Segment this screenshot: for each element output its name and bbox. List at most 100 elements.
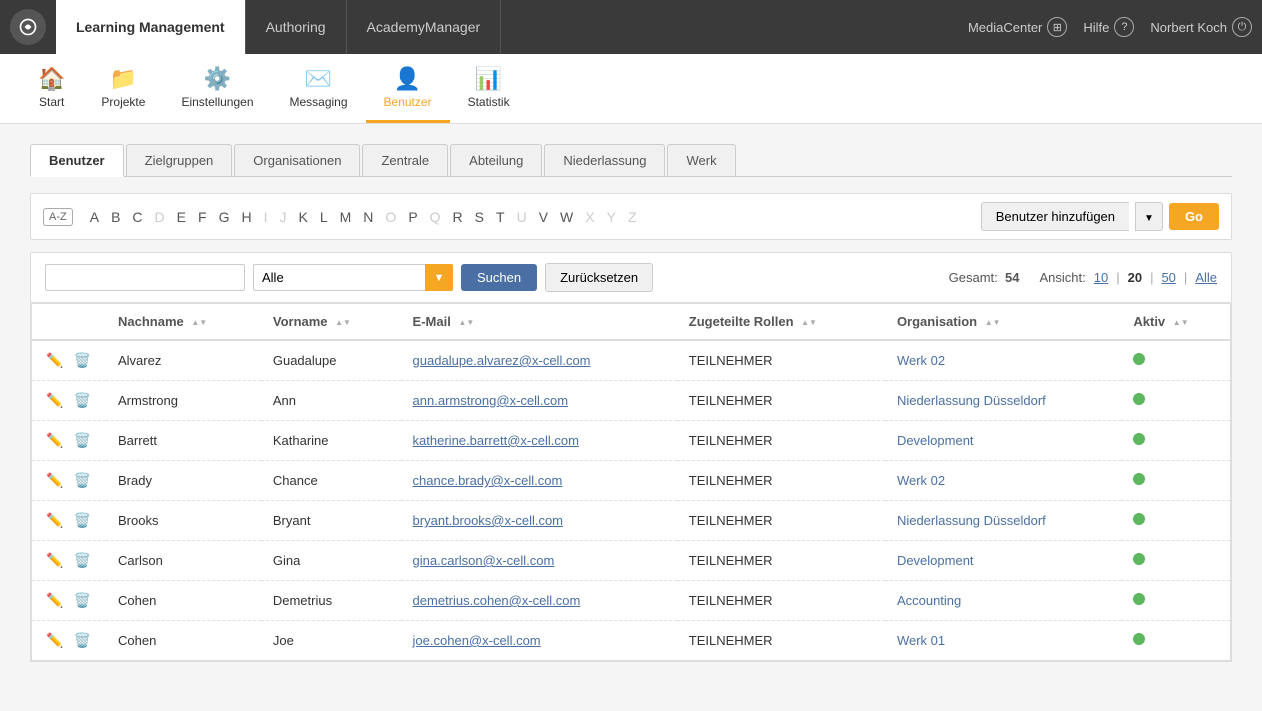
row-actions: ✏️ 🗑️ bbox=[32, 421, 107, 461]
delete-button[interactable]: 🗑️ bbox=[71, 350, 92, 371]
filter-select[interactable]: Alle Aktiv Inaktiv bbox=[253, 264, 453, 291]
page-50[interactable]: 50 bbox=[1161, 270, 1175, 285]
section-tab-zentrale[interactable]: Zentrale bbox=[362, 144, 448, 176]
add-user-dropdown-button[interactable]: ▼ bbox=[1135, 202, 1163, 231]
cell-organisation[interactable]: Development bbox=[885, 421, 1121, 461]
page-10[interactable]: 10 bbox=[1094, 270, 1108, 285]
edit-button[interactable]: ✏️ bbox=[44, 590, 65, 611]
edit-button[interactable]: ✏️ bbox=[44, 470, 65, 491]
delete-button[interactable]: 🗑️ bbox=[71, 510, 92, 531]
col-nachname[interactable]: Nachname ▲▼ bbox=[106, 304, 261, 341]
cell-organisation[interactable]: Werk 02 bbox=[885, 461, 1121, 501]
edit-button[interactable]: ✏️ bbox=[44, 390, 65, 411]
cell-email[interactable]: chance.brady@x-cell.com bbox=[401, 461, 677, 501]
az-badge[interactable]: A-Z bbox=[43, 208, 73, 226]
col-vorname[interactable]: Vorname ▲▼ bbox=[261, 304, 401, 341]
cell-organisation[interactable]: Development bbox=[885, 541, 1121, 581]
cell-email[interactable]: ann.armstrong@x-cell.com bbox=[401, 381, 677, 421]
search-input[interactable] bbox=[45, 264, 245, 291]
alpha-letter-V[interactable]: V bbox=[534, 207, 553, 227]
cell-email[interactable]: katherine.barrett@x-cell.com bbox=[401, 421, 677, 461]
page-all[interactable]: Alle bbox=[1195, 270, 1217, 285]
alpha-letter-S[interactable]: S bbox=[470, 207, 489, 227]
section-tab-zielgruppen[interactable]: Zielgruppen bbox=[126, 144, 233, 176]
mediacenter-nav[interactable]: MediaCenter ⊞ bbox=[968, 17, 1067, 37]
delete-button[interactable]: 🗑️ bbox=[71, 630, 92, 651]
alpha-letter-B[interactable]: B bbox=[106, 207, 125, 227]
col-organisation[interactable]: Organisation ▲▼ bbox=[885, 304, 1121, 341]
col-rollen[interactable]: Zugeteilte Rollen ▲▼ bbox=[677, 304, 885, 341]
alpha-letter-M[interactable]: M bbox=[335, 207, 357, 227]
alpha-letter-R[interactable]: R bbox=[448, 207, 468, 227]
go-button[interactable]: Go bbox=[1169, 203, 1219, 230]
toolbar-statistik[interactable]: 📊 Statistik bbox=[450, 54, 528, 123]
row-actions: ✏️ 🗑️ bbox=[32, 461, 107, 501]
select-arrow-icon[interactable]: ▼ bbox=[425, 264, 453, 291]
alpha-letter-G[interactable]: G bbox=[214, 207, 235, 227]
page-20[interactable]: 20 bbox=[1128, 270, 1142, 285]
alpha-letter-N[interactable]: N bbox=[358, 207, 378, 227]
table-row: ✏️ 🗑️ Brooks Bryant bryant.brooks@x-cell… bbox=[32, 501, 1231, 541]
alpha-letter-A[interactable]: A bbox=[85, 207, 104, 227]
alpha-letter-C[interactable]: C bbox=[127, 207, 147, 227]
cell-email[interactable]: demetrius.cohen@x-cell.com bbox=[401, 581, 677, 621]
cell-organisation[interactable]: Werk 02 bbox=[885, 340, 1121, 381]
cell-email[interactable]: guadalupe.alvarez@x-cell.com bbox=[401, 340, 677, 381]
delete-button[interactable]: 🗑️ bbox=[71, 550, 92, 571]
section-tab-abteilung[interactable]: Abteilung bbox=[450, 144, 542, 176]
alpha-letter-W[interactable]: W bbox=[555, 207, 578, 227]
user-nav[interactable]: Norbert Koch ⏻ bbox=[1150, 17, 1252, 37]
alpha-letter-K[interactable]: K bbox=[293, 207, 312, 227]
section-tab-organisationen[interactable]: Organisationen bbox=[234, 144, 360, 176]
delete-button[interactable]: 🗑️ bbox=[71, 390, 92, 411]
nav-tab-academy[interactable]: AcademyManager bbox=[347, 0, 502, 54]
toolbar-start[interactable]: 🏠 Start bbox=[20, 54, 83, 123]
section-tab-benutzer[interactable]: Benutzer bbox=[30, 144, 124, 177]
add-user-button[interactable]: Benutzer hinzufügen bbox=[981, 202, 1129, 231]
reset-button[interactable]: Zurücksetzen bbox=[545, 263, 653, 292]
cell-organisation[interactable]: Werk 01 bbox=[885, 621, 1121, 661]
toolbar-messaging-label: Messaging bbox=[290, 95, 348, 109]
cell-email[interactable]: joe.cohen@x-cell.com bbox=[401, 621, 677, 661]
cell-email[interactable]: bryant.brooks@x-cell.com bbox=[401, 501, 677, 541]
table-row: ✏️ 🗑️ Brady Chance chance.brady@x-cell.c… bbox=[32, 461, 1231, 501]
delete-button[interactable]: 🗑️ bbox=[71, 470, 92, 491]
toolbar-einstellungen[interactable]: ⚙️ Einstellungen bbox=[163, 54, 271, 123]
alpha-letter-L[interactable]: L bbox=[315, 207, 333, 227]
cell-organisation[interactable]: Niederlassung Düsseldorf bbox=[885, 501, 1121, 541]
alpha-letter-E[interactable]: E bbox=[172, 207, 191, 227]
alpha-letter-T[interactable]: T bbox=[491, 207, 510, 227]
cell-rollen: TEILNEHMER bbox=[677, 541, 885, 581]
nav-tab-learning[interactable]: Learning Management bbox=[56, 0, 246, 54]
section-tab-niederlassung[interactable]: Niederlassung bbox=[544, 144, 665, 176]
alpha-letter-P[interactable]: P bbox=[403, 207, 422, 227]
delete-button[interactable]: 🗑️ bbox=[71, 430, 92, 451]
delete-button[interactable]: 🗑️ bbox=[71, 590, 92, 611]
search-button[interactable]: Suchen bbox=[461, 264, 537, 291]
cell-nachname: Brooks bbox=[106, 501, 261, 541]
col-email[interactable]: E-Mail ▲▼ bbox=[401, 304, 677, 341]
nav-tab-authoring[interactable]: Authoring bbox=[246, 0, 347, 54]
cell-email[interactable]: gina.carlson@x-cell.com bbox=[401, 541, 677, 581]
toolbar-benutzer[interactable]: 👤 Benutzer bbox=[366, 54, 450, 123]
mediacenter-icon: ⊞ bbox=[1047, 17, 1067, 37]
edit-button[interactable]: ✏️ bbox=[44, 510, 65, 531]
toolbar-projekte[interactable]: 📁 Projekte bbox=[83, 54, 163, 123]
edit-button[interactable]: ✏️ bbox=[44, 630, 65, 651]
cell-vorname: Bryant bbox=[261, 501, 401, 541]
top-nav-right: MediaCenter ⊞ Hilfe ? Norbert Koch ⏻ bbox=[968, 17, 1252, 37]
edit-button[interactable]: ✏️ bbox=[44, 550, 65, 571]
alpha-letter-J: J bbox=[274, 207, 291, 227]
alpha-letter-F[interactable]: F bbox=[193, 207, 212, 227]
cell-organisation[interactable]: Niederlassung Düsseldorf bbox=[885, 381, 1121, 421]
cell-organisation[interactable]: Accounting bbox=[885, 581, 1121, 621]
col-aktiv[interactable]: Aktiv ▲▼ bbox=[1121, 304, 1230, 341]
section-tab-werk[interactable]: Werk bbox=[667, 144, 735, 176]
hilfe-nav[interactable]: Hilfe ? bbox=[1083, 17, 1134, 37]
alpha-letter-H[interactable]: H bbox=[236, 207, 256, 227]
alpha-letter-D: D bbox=[150, 207, 170, 227]
top-nav-tabs: Learning Management Authoring AcademyMan… bbox=[56, 0, 501, 54]
edit-button[interactable]: ✏️ bbox=[44, 350, 65, 371]
edit-button[interactable]: ✏️ bbox=[44, 430, 65, 451]
toolbar-messaging[interactable]: ✉️ Messaging bbox=[272, 54, 366, 123]
